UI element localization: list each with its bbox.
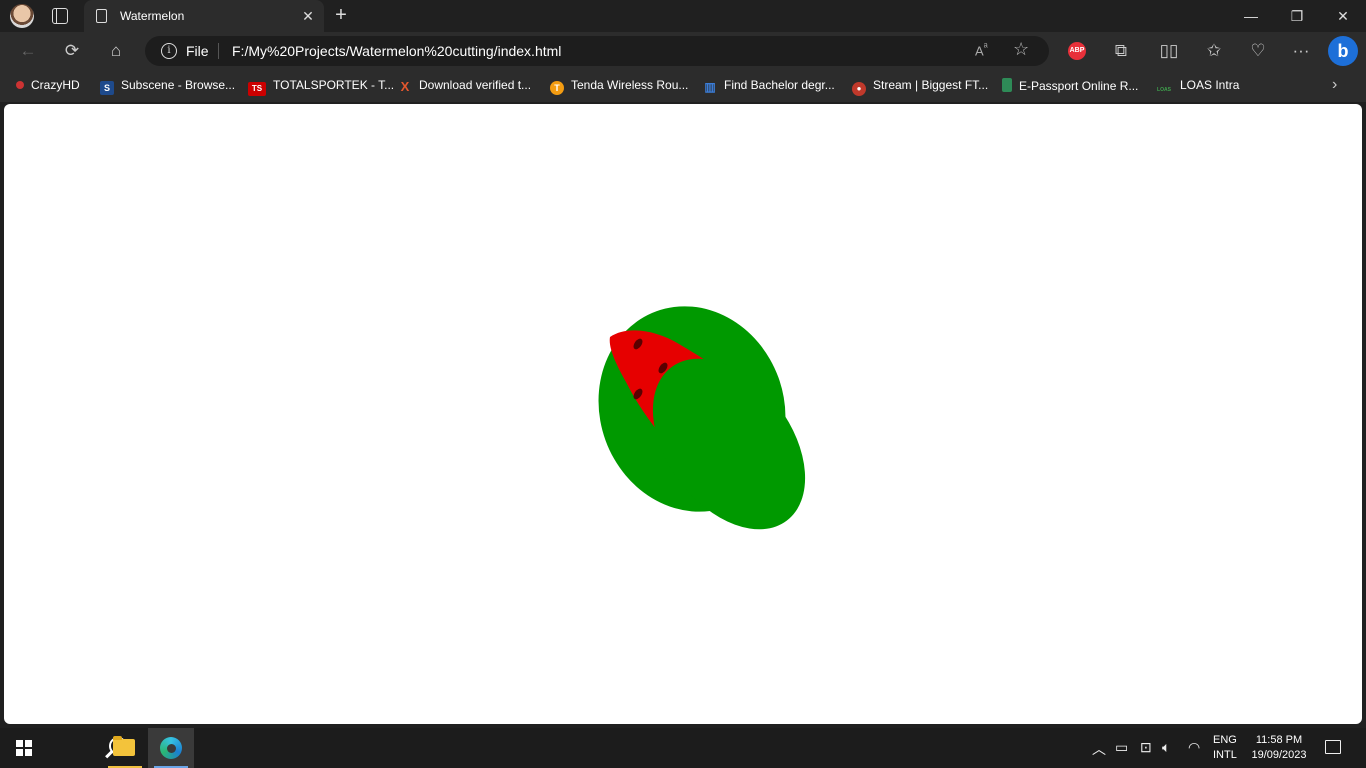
navigation-toolbar: ← ⟳ ⌂ i File F:/My%20Projects/Watermelon…	[0, 32, 1366, 70]
adblock-plus-icon[interactable]: ABP	[1068, 42, 1086, 60]
bookmark-label: E-Passport Online R...	[1019, 79, 1139, 93]
x-download-icon: X	[400, 79, 410, 94]
bookmark-label: Find Bachelor degr...	[724, 78, 835, 92]
clock-time: 11:58 PM	[1255, 734, 1303, 746]
crazyhd-icon	[16, 81, 24, 89]
passport-icon	[1002, 78, 1012, 92]
language-code: ENG	[1213, 734, 1237, 746]
file-explorer-button[interactable]	[102, 728, 148, 768]
more-options-icon[interactable]: ···	[1287, 38, 1315, 64]
bookmark-label: Tenda Wireless Rou...	[571, 78, 689, 92]
tenda-icon: T	[550, 81, 564, 95]
battery-icon[interactable]: ▭	[1115, 739, 1128, 756]
chevron-up-icon[interactable]: ︿	[1092, 739, 1106, 759]
bookmarks-bar: CrazyHD S Subscene - Browse... TS TOTALSPO…	[0, 70, 1366, 102]
bookmark-item[interactable]: TS TOTALSPORTEK - T...	[248, 78, 395, 96]
back-arrow-icon[interactable]: ←	[14, 38, 42, 64]
maximize-button[interactable]: ❐	[1274, 0, 1320, 32]
read-aloud-icon[interactable]: Aᵃ	[975, 41, 988, 58]
university-icon: ▥	[704, 80, 716, 94]
chevron-right-icon[interactable]: ›	[1332, 76, 1337, 94]
new-tab-button[interactable]: +	[330, 4, 352, 28]
bing-copilot-icon[interactable]: b	[1328, 36, 1358, 66]
browser-tab[interactable]: Watermelon ✕	[84, 0, 324, 32]
stream-icon: ●	[852, 82, 866, 96]
tab-close-button[interactable]: ✕	[298, 6, 318, 26]
windows-logo-icon	[16, 740, 32, 756]
browser-essentials-icon[interactable]: ♡	[1244, 38, 1272, 64]
tab-title: Watermelon	[120, 9, 185, 23]
device-icon[interactable]: ⊡	[1140, 739, 1152, 756]
bookmark-label: LOAS Intra	[1180, 78, 1240, 92]
clock-date: 19/09/2023	[1251, 749, 1307, 761]
page-icon	[96, 9, 107, 23]
edge-taskbar-button[interactable]	[148, 728, 194, 768]
favorites-icon[interactable]: ✩	[1200, 38, 1228, 64]
favorite-star-icon[interactable]: ☆	[1013, 39, 1029, 60]
profile-avatar[interactable]	[10, 4, 34, 28]
minimize-button[interactable]: —	[1228, 0, 1274, 32]
bookmark-item[interactable]: ● Stream | Biggest FT...	[852, 78, 989, 96]
bookmark-label: Stream | Biggest FT...	[873, 78, 989, 92]
bookmark-item[interactable]: X Download verified t...	[398, 78, 531, 94]
refresh-icon[interactable]: ⟳	[58, 38, 86, 64]
bookmark-item[interactable]: E-Passport Online R...	[1002, 78, 1138, 94]
totalsportek-icon: TS	[248, 82, 266, 96]
language-indicator[interactable]: ENG INTL	[1213, 733, 1237, 763]
split-screen-icon[interactable]: ▯▯	[1155, 38, 1183, 64]
bookmark-label: TOTALSPORTEK - T...	[273, 78, 395, 92]
folder-icon	[113, 736, 135, 756]
bookmark-item[interactable]: T Tenda Wireless Rou...	[550, 78, 689, 95]
bookmark-item[interactable]: S Subscene - Browse...	[100, 78, 236, 95]
url-text[interactable]: F:/My%20Projects/Watermelon%20cutting/in…	[232, 43, 561, 59]
edge-icon	[160, 737, 182, 759]
extensions-icon[interactable]: ⧉	[1107, 38, 1135, 64]
keyboard-layout: INTL	[1213, 749, 1237, 761]
start-button[interactable]	[0, 728, 46, 768]
subscene-icon: S	[100, 81, 114, 95]
bookmark-label: Subscene - Browse...	[121, 78, 236, 92]
address-bar[interactable]: i File F:/My%20Projects/Watermelon%20cut…	[145, 36, 1049, 66]
close-window-button[interactable]: ✕	[1320, 0, 1366, 32]
loas-icon: LOAS	[1157, 87, 1171, 93]
search-button[interactable]	[48, 728, 127, 768]
windows-taskbar: ︿ ▭ ⊡ 🔈︎ ◠ ENG INTL 11:58 PM 19/09/2023	[0, 728, 1366, 768]
volume-icon[interactable]: 🔈︎	[1162, 739, 1170, 756]
bookmark-item[interactable]: LOAS LOAS Intra	[1155, 78, 1239, 94]
bookmark-item[interactable]: CrazyHD	[16, 78, 80, 94]
address-separator	[218, 43, 219, 59]
system-clock[interactable]: 11:58 PM 19/09/2023	[1249, 733, 1309, 763]
notification-icon[interactable]	[1325, 740, 1341, 754]
home-icon[interactable]: ⌂	[102, 38, 130, 64]
bookmark-label: Download verified t...	[419, 78, 532, 92]
info-icon[interactable]: i	[161, 43, 177, 59]
network-icon[interactable]: ◠	[1188, 739, 1200, 756]
bookmark-label: CrazyHD	[31, 78, 80, 92]
title-bar: Watermelon ✕ + — ❐ ✕	[0, 0, 1366, 32]
watermelon-illustration	[598, 306, 806, 530]
page-viewport	[4, 104, 1362, 724]
scheme-label: File	[186, 43, 209, 59]
bookmark-item[interactable]: ▥ Find Bachelor degr...	[703, 78, 835, 94]
tab-actions-icon[interactable]	[52, 8, 68, 24]
